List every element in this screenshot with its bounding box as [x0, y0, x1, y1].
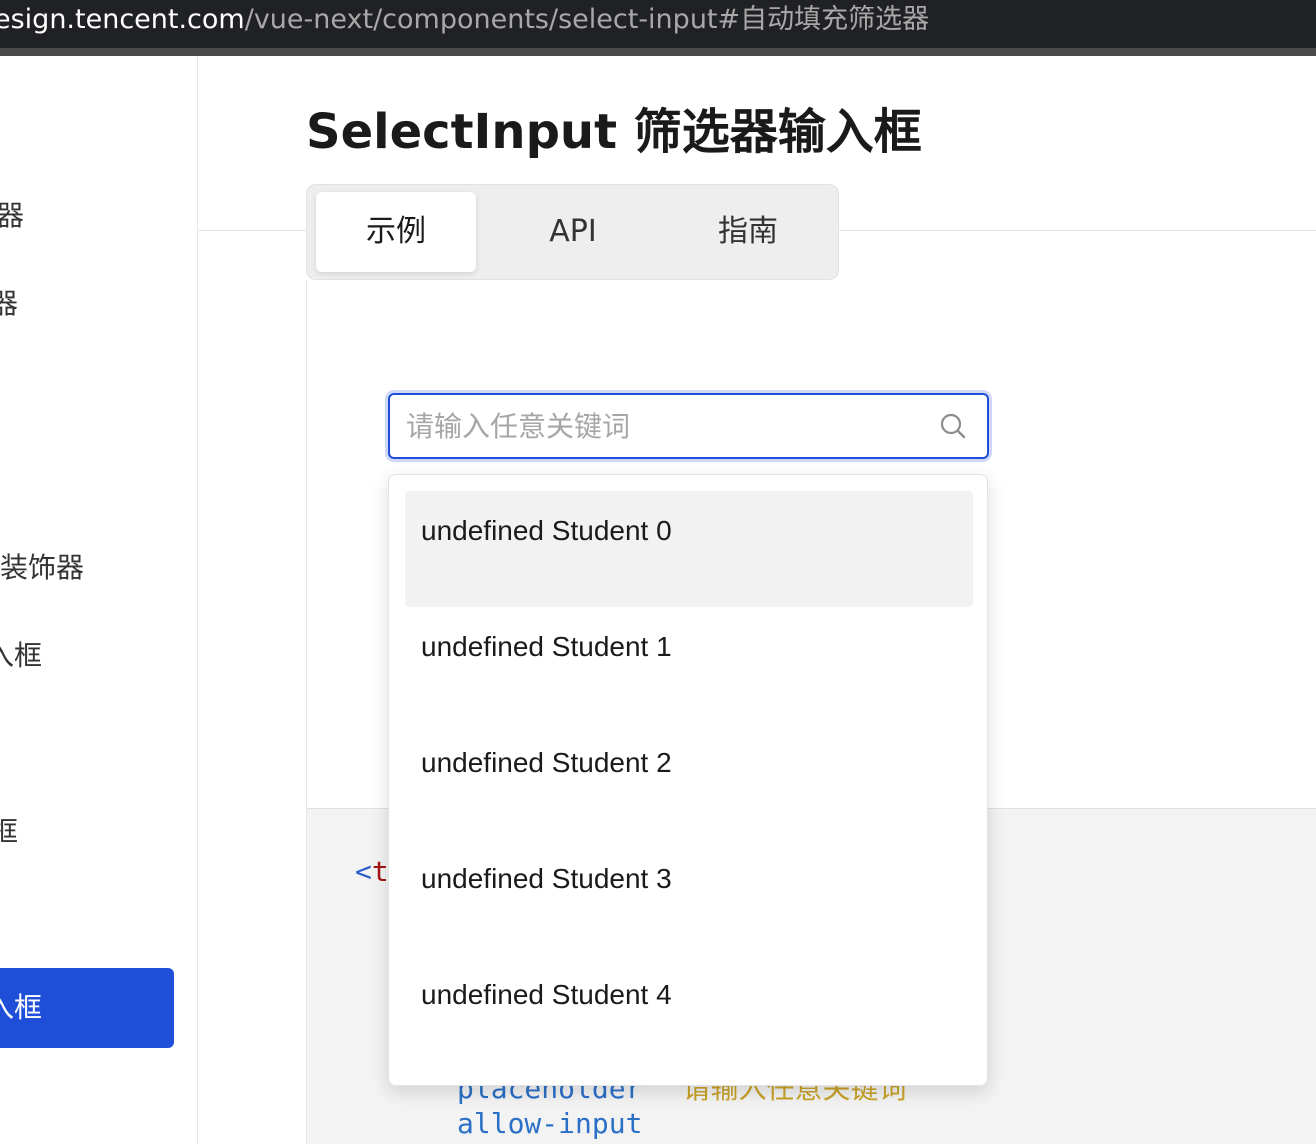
sidebar-item-active[interactable]: 入框 [0, 968, 174, 1048]
code-line-tag: <t [355, 855, 389, 888]
url-text[interactable]: esign.tencent.com/vue-next/components/se… [0, 2, 929, 38]
sidebar-item[interactable]: 入框 [0, 636, 42, 676]
sidebar-item[interactable]: 框 [0, 812, 18, 852]
sidebar-item[interactable]: 器 [0, 284, 18, 324]
sidebar-item[interactable]: 装饰器 [0, 548, 84, 588]
browser-toolbar-strip [0, 48, 1316, 56]
code-line-allow-input: allow-input [457, 1107, 642, 1140]
url-path: /vue-next/components/select-input#自动填充筛选… [244, 4, 930, 35]
search-icon[interactable] [939, 412, 967, 440]
browser-url-bar[interactable]: esign.tencent.com/vue-next/components/se… [0, 0, 1316, 48]
code-token-tag: t [371, 855, 389, 888]
sidebar: 器 器 装饰器 入框 框 入框 [0, 56, 198, 1144]
sidebar-item-active-label: 入框 [0, 991, 43, 1024]
dropdown-option[interactable]: undefined Student 3 [405, 839, 973, 955]
select-input[interactable] [388, 393, 989, 459]
page-title: SelectInput 筛选器输入框 [306, 104, 922, 160]
dropdown-panel: undefined Student 0 undefined Student 1 … [388, 474, 988, 1086]
tab-examples[interactable]: 示例 [316, 192, 476, 272]
code-token-attr: allow-input [457, 1107, 643, 1140]
search-input[interactable] [406, 395, 926, 457]
code-token-bracket: < [355, 855, 372, 888]
dropdown-option[interactable]: undefined Student 1 [405, 607, 973, 723]
tab-bar: 示例 API 指南 [306, 184, 839, 280]
dropdown-option[interactable]: undefined Student 4 [405, 955, 973, 1071]
dropdown-option[interactable]: undefined Student 2 [405, 723, 973, 839]
tab-api[interactable]: API [493, 192, 653, 272]
dropdown-option[interactable]: undefined Student 0 [405, 491, 973, 607]
tab-guide[interactable]: 指南 [668, 192, 828, 272]
url-host: esign.tencent.com [0, 4, 245, 35]
sidebar-item[interactable]: 器 [0, 196, 24, 236]
